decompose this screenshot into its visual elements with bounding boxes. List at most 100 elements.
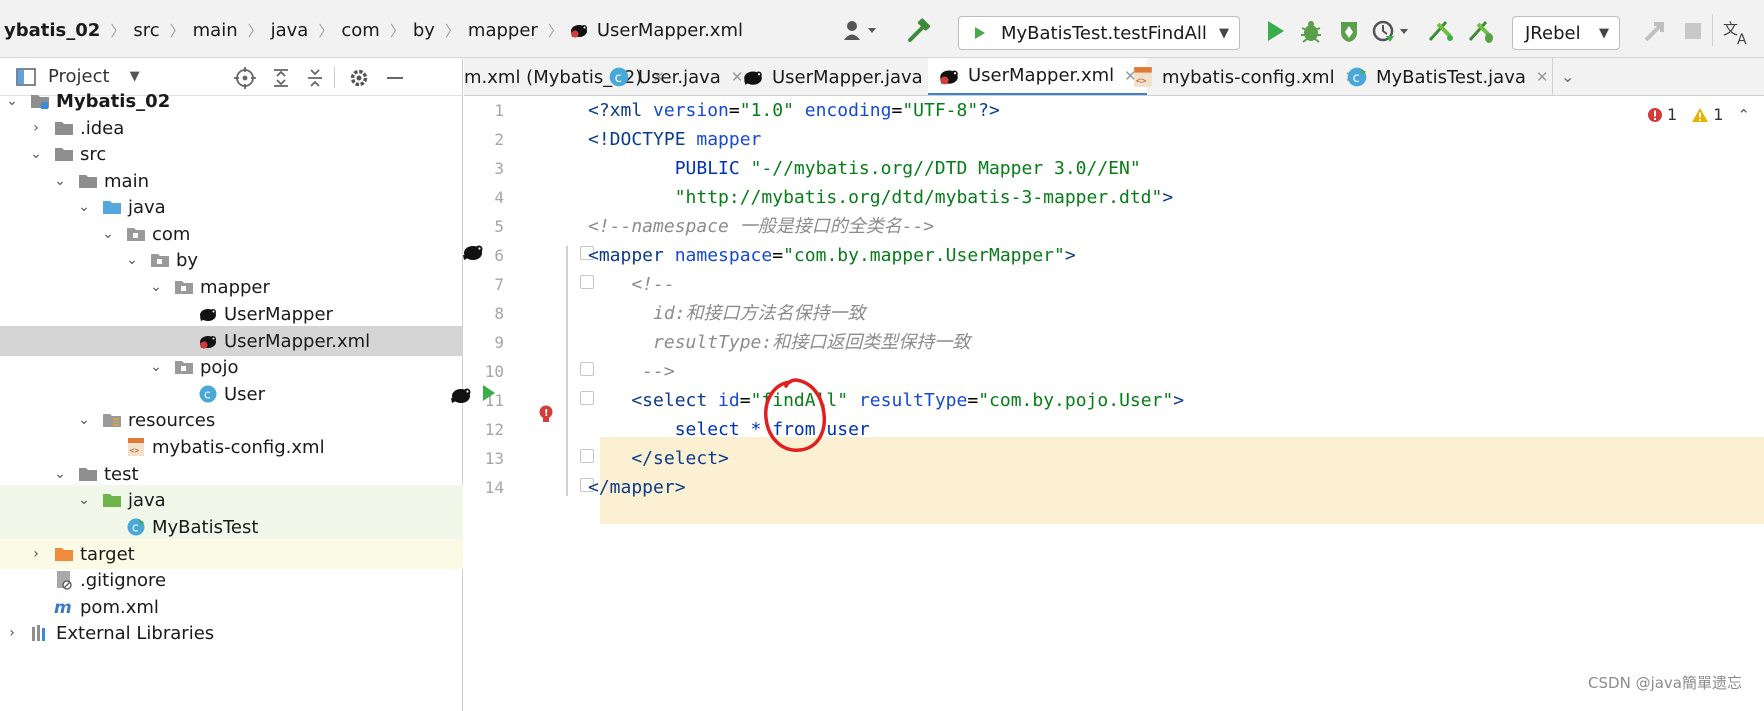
chevron-down-icon[interactable]: ⌄ (100, 226, 116, 242)
tree-item-external-libraries[interactable]: › External Libraries (0, 618, 463, 648)
resources-folder-icon (103, 414, 121, 427)
jrebel-debug-icon[interactable] (1466, 18, 1496, 44)
breadcrumb-item-file[interactable]: UserMapper.xml (593, 20, 747, 41)
line-number: 8 (494, 304, 504, 323)
code-token: <?xml (588, 100, 654, 121)
coverage-icon[interactable] (1336, 18, 1362, 44)
breadcrumb-item-mapper[interactable]: mapper (464, 20, 542, 41)
warning-count: 1 (1713, 105, 1724, 124)
code-token: "com.by.pojo.User" (978, 390, 1174, 411)
line-number: 13 (484, 449, 504, 468)
translate-icon[interactable]: 文 A (1722, 18, 1754, 46)
chevron-down-icon[interactable]: ⌄ (148, 359, 164, 375)
project-panel: Project ▼ ⌄ Mybatis_02 › .idea ⌄ src ⌄ m… (0, 58, 463, 711)
breadcrumb: ybatis_02 〉 src 〉 main 〉 java 〉 com 〉 by… (0, 16, 747, 44)
profiler-icon[interactable] (1372, 18, 1412, 44)
tree-item-label: pojo (200, 356, 239, 378)
chevron-down-icon[interactable]: ⌄ (148, 279, 164, 295)
code-line-8: id:和接口方法名保持一致 (588, 303, 866, 324)
run-configuration-select[interactable]: MyBatisTest.testFindAll ▼ (958, 16, 1240, 50)
code-token: encoding (793, 100, 892, 121)
breadcrumb-item-com[interactable]: com (337, 20, 383, 41)
breadcrumb-item-project[interactable]: ybatis_02 (0, 20, 104, 41)
code-token: <mapper (588, 245, 675, 266)
tree-item-mapper[interactable]: ⌄ mapper (0, 272, 463, 302)
breadcrumb-item-src[interactable]: src (129, 20, 163, 41)
code-token: > (1064, 245, 1076, 266)
run-configuration-label: MyBatisTest.testFindAll (1001, 22, 1207, 44)
jrebel-select[interactable]: JRebel ▼ (1512, 16, 1620, 50)
tree-item-pojo[interactable]: ⌄ pojo (0, 352, 463, 382)
tree-item-usermapper[interactable]: UserMapper (0, 299, 463, 329)
tree-item-test-java[interactable]: ⌄ java (0, 485, 463, 515)
breadcrumb-item-java[interactable]: java (267, 20, 313, 41)
code-line-13: </select> (588, 448, 729, 469)
code-token: = (728, 100, 740, 121)
chevron-down-icon[interactable]: ⌄ (52, 173, 68, 189)
user-dropdown-icon[interactable] (842, 18, 882, 42)
tree-item-src[interactable]: ⌄ src (0, 139, 463, 169)
build-hammer-icon[interactable] (906, 18, 932, 44)
chevron-up-icon[interactable]: ⌃ (1737, 106, 1750, 124)
tree-item-resources[interactable]: ⌄ resources (0, 405, 463, 435)
breadcrumb-item-by[interactable]: by (409, 20, 439, 41)
source-folder-icon (103, 201, 121, 214)
chevron-down-icon[interactable]: ⌄ (76, 412, 92, 428)
chevron-right-icon[interactable]: › (28, 546, 44, 562)
code-token: = (739, 390, 751, 411)
tree-item-mybatis-config[interactable]: <> mybatis-config.xml (0, 432, 463, 462)
run-icon[interactable] (1262, 18, 1288, 44)
jrebel-run-icon[interactable] (1426, 18, 1456, 44)
chevron-right-icon[interactable]: › (4, 625, 20, 641)
xml-file-icon: <> (128, 438, 144, 456)
toolbar-divider (1712, 14, 1713, 46)
tree-item-label: target (80, 543, 135, 565)
line-number: 9 (494, 333, 504, 352)
code-line-11: <select id="findAll" resultType="com.by.… (588, 386, 1184, 415)
folder-icon (55, 148, 73, 161)
chevron-right-icon[interactable]: › (28, 120, 44, 136)
package-icon (127, 228, 145, 241)
tree-item-label: .gitignore (80, 569, 167, 591)
fold-guide (566, 246, 568, 496)
tree-item-label: by (176, 249, 199, 271)
chevron-down-icon[interactable]: ⌄ (52, 466, 68, 482)
svg-text:<>: <> (130, 446, 140, 455)
tree-item-java[interactable]: ⌄ java (0, 192, 463, 222)
code-token: namespace (674, 245, 773, 266)
breadcrumb-item-main[interactable]: main (189, 20, 242, 41)
tree-item-project-root[interactable]: ⌄ Mybatis_02 (0, 86, 463, 116)
chevron-down-icon[interactable]: ⌄ (28, 146, 44, 162)
code-line-6: <mapper namespace="com.by.mapper.UserMap… (588, 241, 1076, 270)
package-icon (151, 254, 169, 267)
test-source-folder-icon (103, 494, 121, 507)
update-icon[interactable] (1642, 18, 1668, 44)
line-number: 4 (494, 188, 504, 207)
stop-icon[interactable] (1680, 18, 1706, 44)
tree-item-label: mybatis-config.xml (152, 436, 325, 458)
chevron-down-icon[interactable]: ⌄ (4, 93, 20, 109)
library-icon (32, 625, 45, 641)
tree-item-mybatistest[interactable]: c MyBatisTest (0, 512, 463, 542)
debug-icon[interactable] (1298, 18, 1324, 44)
inspection-widget[interactable]: 1 1 ⌃ (1647, 105, 1750, 124)
code-line-5: <!--namespace 一般是接口的全类名--> (588, 216, 935, 237)
error-bulb-icon[interactable]: ! (536, 404, 556, 424)
tree-item-label: UserMapper.xml (224, 330, 371, 352)
code-token: "1.0" (739, 100, 794, 121)
project-view-icon (16, 67, 36, 86)
project-panel-title[interactable]: Project (48, 66, 110, 87)
tree-item-by[interactable]: ⌄ by (0, 245, 463, 275)
mybatis-navigate-icon[interactable] (449, 384, 473, 406)
run-gutter-icon[interactable] (483, 385, 495, 401)
chevron-down-icon[interactable]: ⌄ (76, 199, 92, 215)
folder-icon (79, 175, 97, 188)
chevron-down-icon[interactable]: ⌄ (124, 252, 140, 268)
mybatis-navigate-icon[interactable] (461, 241, 485, 263)
code-line-10: --> (588, 361, 675, 382)
tree-item-gitignore[interactable]: .gitignore (0, 565, 463, 595)
breadcrumb-separator: 〉 (444, 21, 460, 40)
chevron-down-icon[interactable]: ▼ (130, 69, 140, 84)
chevron-down-icon[interactable]: ⌄ (76, 492, 92, 508)
test-class-icon: c (127, 518, 145, 536)
